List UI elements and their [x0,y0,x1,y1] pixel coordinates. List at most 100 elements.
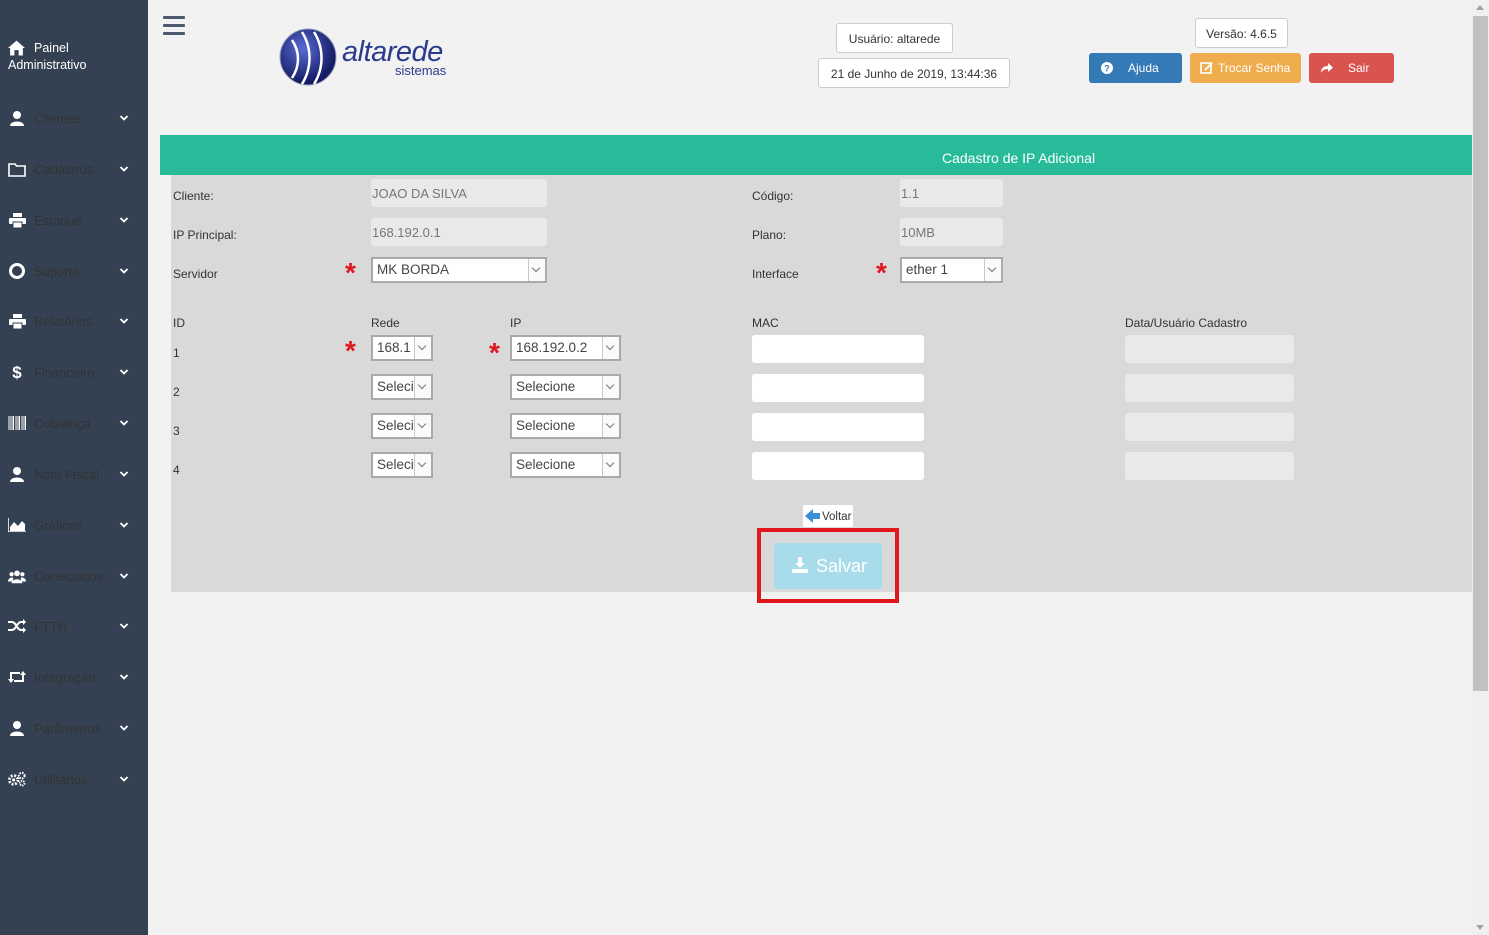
mac-input[interactable] [752,413,924,441]
menu-toggle-icon[interactable] [163,16,185,36]
sidebar-item-suporte[interactable]: Suporte [0,255,148,287]
sidebar-item-estoque[interactable]: Estoque [0,204,148,236]
ip-select[interactable]: Selecione [510,374,621,400]
back-arrow-icon [805,509,820,523]
voltar-label: Voltar [822,511,852,523]
user-icon [8,466,26,482]
ip-select-value: 168.192.0.2 [516,340,588,355]
sidebar-item-label: Conectados [34,569,104,584]
page-scrollbar[interactable] [1472,0,1489,935]
folder-icon [8,161,26,177]
sidebar-item-label: Cobrança [34,416,91,431]
column-id: ID [173,316,185,330]
sidebar-item-financeiro[interactable]: $ Financeiro [0,356,148,388]
sidebar-item-parametros[interactable]: Parâmetros [0,712,148,744]
column-ip: IP [510,316,522,330]
interface-label: Interface [752,267,799,281]
sidebar-item-ftth[interactable]: FTTH [0,610,148,642]
salvar-label: Salvar [816,556,868,576]
retweet-icon [8,669,26,685]
share-arrow-icon [1321,63,1333,73]
dollar-icon: $ [8,363,26,381]
chevron-down-icon [119,725,129,731]
column-rede: Rede [371,316,400,330]
mac-input[interactable] [752,335,924,363]
mac-input[interactable] [752,452,924,480]
chevron-down-icon [119,268,129,274]
logout-button[interactable]: Sair [1309,53,1394,83]
plano-label: Plano: [752,228,787,242]
sidebar-item-cobranca[interactable]: Cobrança [0,407,148,439]
mac-input[interactable] [752,374,924,402]
voltar-button[interactable]: Voltar [803,505,853,527]
user-icon [8,110,26,126]
sidebar-item-label: Utilitários [34,772,88,787]
chevron-down-icon [119,573,129,579]
rede-select[interactable]: 168.1 [371,335,433,361]
data-usuario-field [1125,335,1294,363]
sidebar-item-label: Parâmetros [34,721,102,736]
ip-principal-field: 168.192.0.1 [371,218,547,246]
ip-select-value: Selecione [516,457,576,472]
sidebar-item-clientes[interactable]: Clientes [0,102,148,134]
sidebar-item-nota-fiscal[interactable]: Nota Fiscal [0,458,148,490]
codigo-field: 1.1 [900,179,1003,207]
sidebar-item-label: FTTH [34,619,68,634]
sidebar-item-cadastros[interactable]: Cadastros [0,153,148,185]
salvar-button[interactable]: Salvar [774,543,882,589]
printer-icon [8,313,26,329]
svg-text:$: $ [12,363,22,381]
rede-select[interactable]: Selecione [371,374,433,400]
servidor-label: Servidor [173,267,218,281]
rede-select[interactable]: Selecione [371,413,433,439]
chevron-down-icon [414,454,431,476]
ip-select[interactable]: Selecione [510,452,621,478]
ip-select-value: Selecione [516,418,576,433]
sidebar-item-label: Gráficos [34,518,83,533]
row-id: 2 [173,385,180,399]
chevron-down-icon [119,522,129,528]
chevron-down-icon [119,471,129,477]
help-button[interactable]: ? Ajuda [1089,53,1182,83]
rede-select[interactable]: Selecione [371,452,433,478]
row-id: 1 [173,346,180,360]
cogs-icon [8,771,26,787]
home-icon [8,40,25,56]
sidebar-dashboard-label-2: Administrativo [8,58,87,72]
servidor-select-value: MK BORDA [377,262,450,277]
chevron-down-icon [119,623,129,629]
data-usuario-field [1125,413,1294,441]
sidebar-item-conectados[interactable]: Conectados [0,560,148,592]
random-icon [8,618,26,634]
row-id: 4 [173,463,180,477]
chevron-down-icon [602,454,619,476]
interface-select-value: ether 1 [906,262,949,277]
sidebar-dashboard-label-1: Painel [34,41,69,55]
required-asterisk-icon: * [345,257,356,288]
chevron-down-icon [119,217,129,223]
rede-select-value: Selecione [377,418,415,433]
interface-select[interactable]: ether 1 [900,257,1003,283]
ip-select[interactable]: Selecione [510,413,621,439]
help-button-label: Ajuda [1128,61,1159,75]
servidor-select[interactable]: MK BORDA [371,257,547,283]
form-header: Cadastro de IP Adicional [160,135,1472,175]
change-password-button[interactable]: Trocar Senha [1190,53,1301,83]
scrollbar-thumb[interactable] [1473,16,1488,691]
sidebar-item-integracao[interactable]: Integraçao [0,661,148,693]
edit-icon [1200,62,1213,74]
version-badge: Versão: 4.6.5 [1195,18,1288,48]
rede-select-value: Selecione [377,457,415,472]
sidebar-item-label: Integraçao [34,670,96,685]
scroll-up-icon[interactable] [1476,5,1484,10]
lifebuoy-icon [8,263,26,279]
chevron-down-icon [602,376,619,398]
ip-select[interactable]: 168.192.0.2 [510,335,621,361]
chevron-down-icon [119,318,129,324]
scroll-down-icon[interactable] [1476,925,1484,930]
sidebar-item-relatorios[interactable]: Relatórios [0,305,148,337]
sidebar-item-graficos[interactable]: Gráficos [0,509,148,541]
barcode-icon [8,415,26,431]
sidebar-item-utilitarios[interactable]: Utilitários [0,763,148,795]
cliente-field: JOAO DA SILVA [371,179,547,207]
